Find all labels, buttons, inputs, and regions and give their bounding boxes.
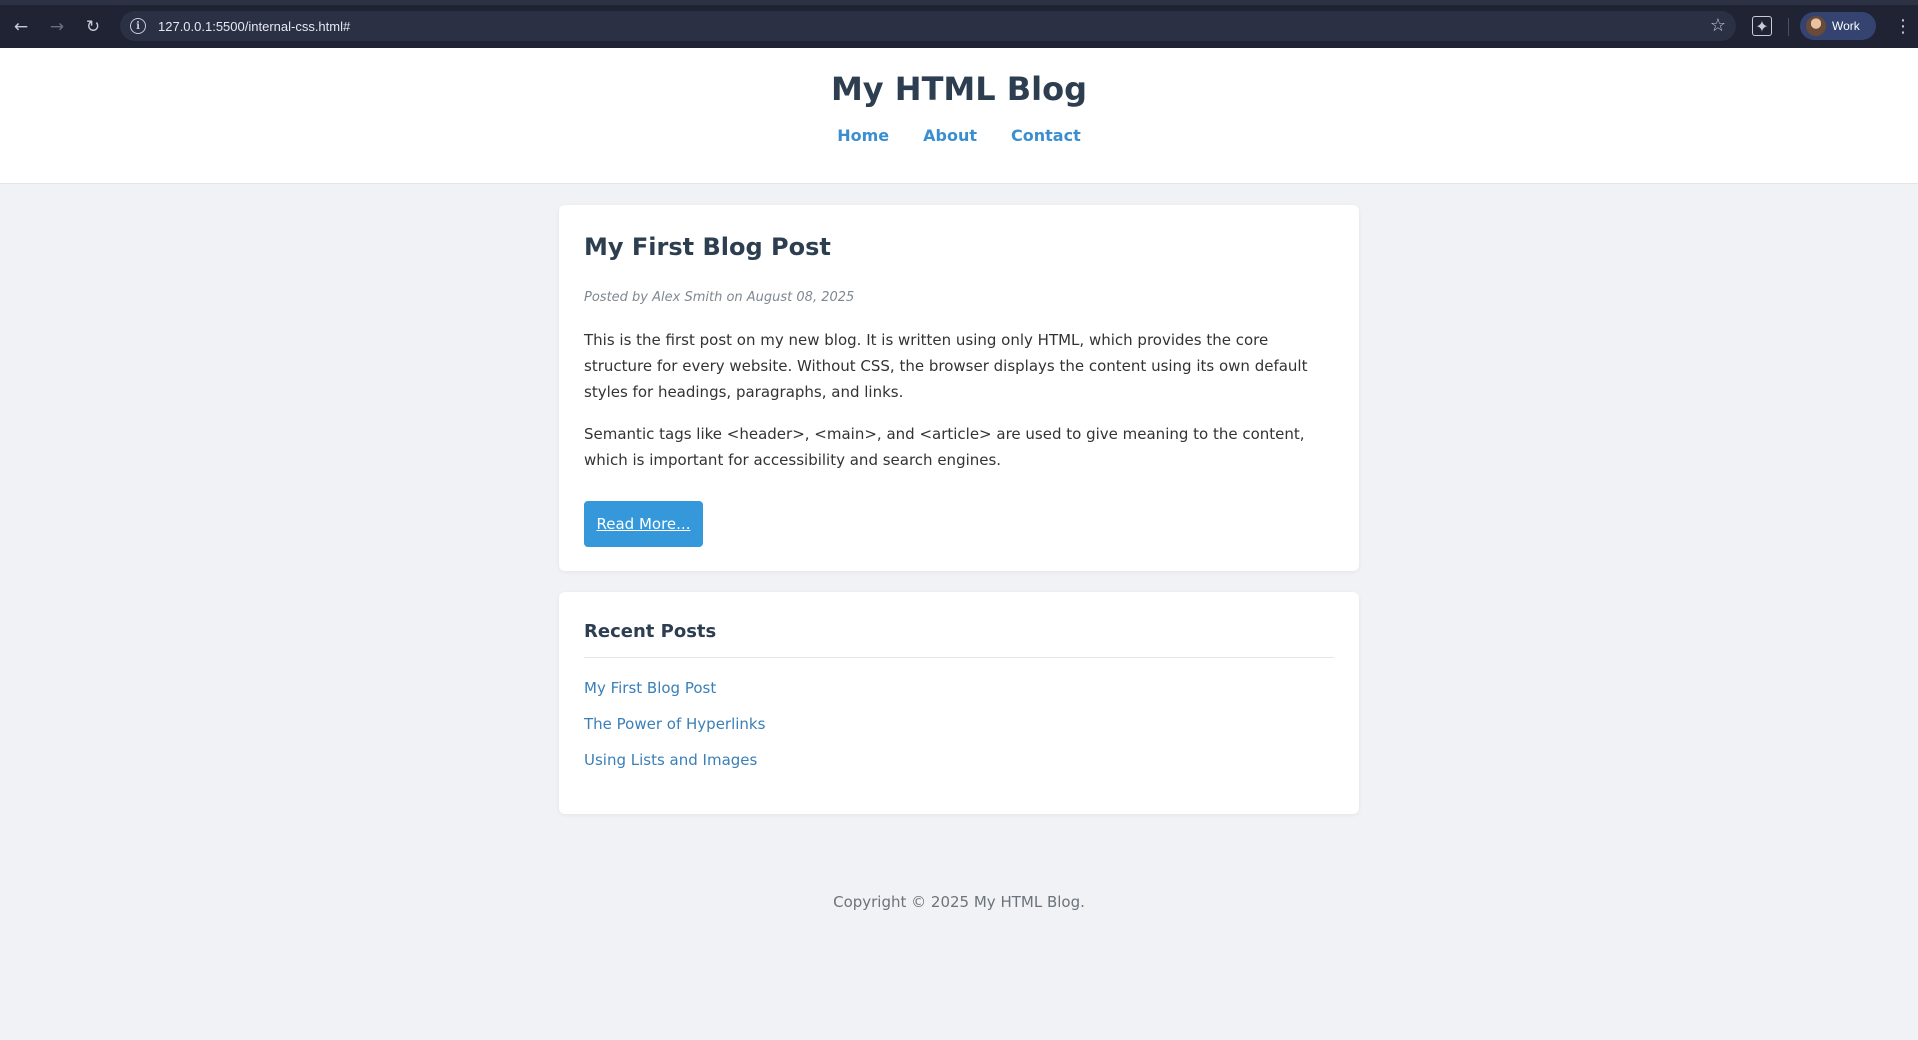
divider	[584, 657, 1334, 658]
bookmark-star-icon[interactable]: ☆	[1710, 15, 1726, 36]
browser-menu-icon[interactable]: ⋮	[1894, 15, 1912, 39]
profile-name: Work	[1832, 19, 1860, 33]
toolbar-divider	[1788, 18, 1789, 36]
extensions-icon[interactable]: ✦	[1752, 16, 1772, 36]
url-text[interactable]: 127.0.0.1:5500/internal-css.html#	[158, 19, 350, 34]
forward-arrow-icon[interactable]: →	[44, 14, 70, 40]
post-paragraph: This is the first post on my new blog. I…	[584, 331, 1308, 401]
nav-home-link[interactable]: Home	[837, 126, 889, 145]
recent-post-link[interactable]: The Power of Hyperlinks	[584, 715, 765, 733]
back-arrow-icon[interactable]: ←	[8, 14, 34, 40]
site-info-icon[interactable]: i	[130, 18, 146, 34]
post-paragraph: Semantic tags like <header>, <main>, and…	[584, 425, 1305, 469]
post-body: This is the first post on my new blog. I…	[584, 327, 1334, 489]
recent-post-link[interactable]: Using Lists and Images	[584, 751, 757, 769]
recent-posts-card: Recent Posts My First Blog Post The Powe…	[559, 592, 1359, 814]
recent-posts-list: My First Blog Post The Power of Hyperlin…	[584, 678, 765, 786]
list-item: Using Lists and Images	[584, 750, 765, 786]
list-item: The Power of Hyperlinks	[584, 714, 765, 750]
address-bar[interactable]: i 127.0.0.1:5500/internal-css.html# ☆	[120, 11, 1736, 41]
nav-about-link[interactable]: About	[923, 126, 977, 145]
post-meta: Posted by Alex Smith on August 08, 2025	[584, 290, 855, 305]
site-title: My HTML Blog	[830, 70, 1088, 108]
site-header: My HTML Blog Home About Contact	[0, 48, 1918, 184]
reload-icon[interactable]: ↻	[80, 14, 106, 40]
browser-toolbar: ← → ↻ i 127.0.0.1:5500/internal-css.html…	[0, 0, 1918, 48]
blog-post-card: My First Blog Post Posted by Alex Smith …	[559, 205, 1359, 571]
footer-copyright: Copyright © 2025 My HTML Blog.	[833, 893, 1085, 911]
recent-post-link[interactable]: My First Blog Post	[584, 679, 716, 697]
post-title: My First Blog Post	[584, 233, 831, 261]
avatar	[1806, 16, 1826, 36]
read-more-button[interactable]: Read More...	[584, 501, 703, 547]
list-item: My First Blog Post	[584, 678, 765, 714]
recent-posts-title: Recent Posts	[584, 621, 717, 642]
site-nav: Home About Contact	[0, 126, 1918, 145]
nav-contact-link[interactable]: Contact	[1011, 126, 1081, 145]
profile-button[interactable]: Work	[1800, 12, 1876, 40]
